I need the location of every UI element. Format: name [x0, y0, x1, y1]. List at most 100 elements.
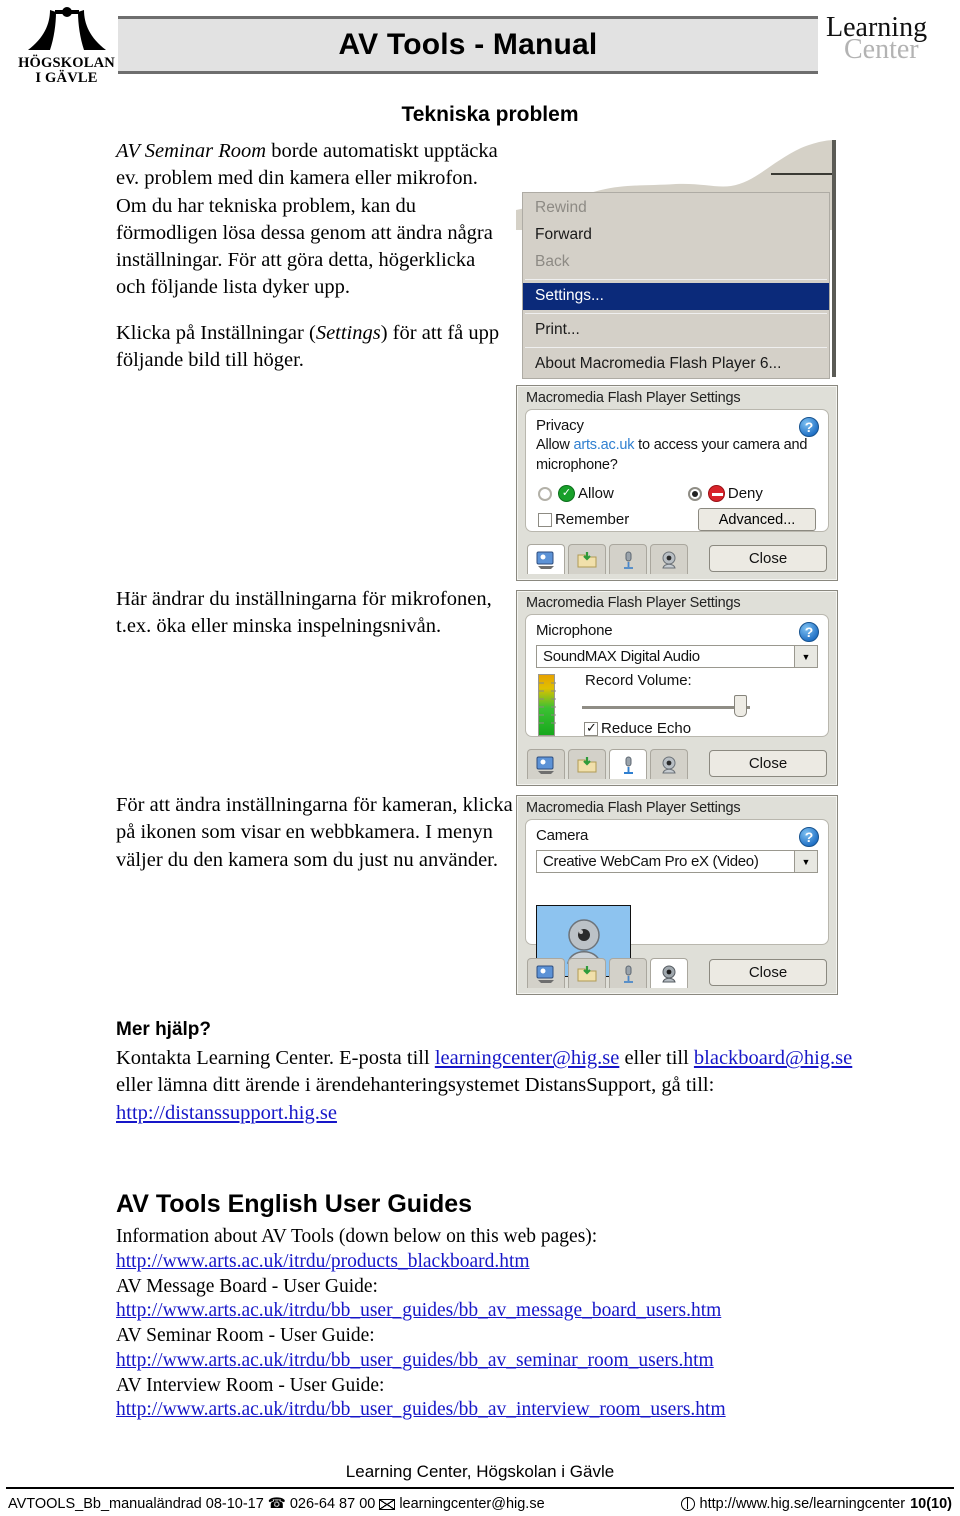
privacy-dialog-panel: ? Privacy Allow arts.ac.uk to access you… [525, 409, 829, 532]
flash-camera-settings-dialog[interactable]: Macromedia Flash Player Settings ? Camer… [516, 795, 838, 995]
camera-dialog-panel: ? Camera Creative WebCam Pro eX (Video) … [525, 819, 829, 977]
help-icon[interactable]: ? [799, 827, 819, 847]
privacy-question-pre: Allow [536, 437, 574, 453]
english-user-guides-section: AV Tools English User Guides Information… [116, 1190, 876, 1423]
tab-display-icon[interactable] [527, 749, 565, 779]
reduce-echo-row: Reduce Echo [584, 720, 691, 737]
privacy-panel-label: Privacy [536, 417, 584, 434]
menu-item-about-flash-player[interactable]: About Macromedia Flash Player 6... [523, 351, 829, 378]
footer-left-group: AVTOOLS_Bb_manualändrad 08-10-17 ☎ 026-6… [8, 1496, 545, 1512]
menu-item-print[interactable]: Print... [523, 317, 829, 344]
microphone-device-value: SoundMAX Digital Audio [543, 648, 700, 665]
microphone-dialog-title: Macromedia Flash Player Settings [526, 595, 741, 611]
lc-logo-line2: Center [844, 34, 919, 65]
learning-center-logo: Learning Center [826, 14, 927, 64]
university-logo: HÖGSKOLAN I GÄVLE [14, 6, 119, 87]
tab-microphone-icon[interactable] [609, 958, 647, 988]
help-line2-rest: eller lämna ditt ärende i ärendehanterin… [116, 1074, 715, 1097]
tab-display-icon[interactable] [527, 544, 565, 574]
reduce-echo-label: Reduce Echo [601, 720, 692, 737]
footer-email: learningcenter@hig.se [399, 1496, 545, 1512]
tab-display-icon[interactable] [527, 958, 565, 988]
reduce-echo-checkbox[interactable] [584, 720, 598, 736]
blackboard-email-link[interactable]: blackboard@hig.se [694, 1047, 852, 1069]
record-level-meter [538, 674, 556, 736]
menu-item-back[interactable]: Back [523, 249, 829, 276]
logo-text-line1: HÖGSKOLAN [18, 55, 115, 71]
menu-item-settings[interactable]: Settings... [523, 282, 829, 310]
guide-label-seminar-room: AV Seminar Room - User Guide: [116, 1325, 375, 1346]
envelope-icon [379, 1498, 396, 1510]
guide-link-message-board[interactable]: http://www.arts.ac.uk/itrdu/bb_user_guid… [116, 1300, 721, 1321]
footer-web: http://www.hig.se/learningcenter [699, 1496, 906, 1512]
guides-intro: Information about AV Tools (down below o… [116, 1226, 598, 1247]
guide-link-row: http://www.arts.ac.uk/itrdu/products_bla… [116, 1250, 876, 1275]
tab-microphone-icon[interactable] [609, 749, 647, 779]
tab-camera-icon[interactable] [650, 749, 688, 779]
more-help-heading: Mer hjälp? [116, 1019, 212, 1040]
guide-link-row: http://www.arts.ac.uk/itrdu/bb_user_guid… [116, 1299, 876, 1324]
privacy-domain-link: arts.ac.uk [573, 437, 635, 453]
record-volume-slider-thumb[interactable] [734, 695, 747, 717]
tab-microphone-icon[interactable] [609, 544, 647, 574]
help-icon[interactable]: ? [799, 622, 819, 642]
tab-local-storage-icon[interactable] [568, 749, 606, 779]
remember-checkbox[interactable] [538, 512, 552, 527]
learningcenter-email-link[interactable]: learningcenter@hig.se [435, 1047, 620, 1069]
menu-item-forward[interactable]: Forward [523, 222, 829, 249]
remember-label: Remember [555, 511, 630, 529]
settings-paragraph: Klicka på Inställningar (Settings) för a… [116, 320, 508, 375]
page-header: HÖGSKOLAN I GÄVLE AV Tools - Manual Lear… [0, 0, 960, 95]
settings-pre: Klicka på Inställningar ( [116, 321, 316, 344]
distanssupport-link[interactable]: http://distanssupport.hig.se [116, 1102, 337, 1124]
record-volume-slider-track[interactable] [582, 706, 750, 709]
chevron-down-icon[interactable]: ▼ [794, 851, 817, 872]
intro-paragraph: AV Seminar Room borde automatiskt upptäc… [116, 138, 508, 302]
menu-separator-3 [525, 346, 827, 348]
camera-panel-label: Camera [536, 827, 589, 844]
help-line1-pre: Kontakta Learning Center. E-posta till [116, 1047, 435, 1069]
logo-text-line2: I GÄVLE [35, 70, 98, 87]
chevron-down-icon[interactable]: ▼ [794, 646, 817, 667]
footer-divider [6, 1487, 954, 1489]
tab-local-storage-icon[interactable] [568, 544, 606, 574]
camera-device-select[interactable]: Creative WebCam Pro eX (Video) ▼ [536, 850, 818, 873]
document-title-bar: AV Tools - Manual [118, 16, 818, 74]
microphone-dialog-tabstrip[interactable] [527, 749, 688, 779]
privacy-remember-row: Remember Advanced... [526, 502, 828, 532]
deny-stop-icon [707, 485, 725, 503]
microphone-device-select[interactable]: SoundMAX Digital Audio ▼ [536, 645, 818, 668]
privacy-dialog-tabstrip[interactable] [527, 544, 688, 574]
privacy-close-button[interactable]: Close [709, 545, 827, 572]
camera-dialog-tabstrip[interactable] [527, 958, 688, 988]
tab-camera-icon[interactable] [650, 544, 688, 574]
context-menu-screenshot: Rewind Forward Back Settings... Print...… [516, 140, 836, 379]
more-help-text: Kontakta Learning Center. E-posta till l… [116, 1045, 876, 1127]
advanced-button[interactable]: Advanced... [698, 508, 816, 532]
tab-camera-icon[interactable] [650, 958, 688, 988]
privacy-options-row: ✓ Allow Deny [526, 475, 828, 503]
globe-icon [680, 1497, 695, 1511]
camera-close-button[interactable]: Close [709, 959, 827, 986]
guide-link-products-blackboard[interactable]: http://www.arts.ac.uk/itrdu/products_bla… [116, 1251, 530, 1272]
allow-radio[interactable] [538, 486, 552, 501]
menu-item-rewind[interactable]: Rewind [523, 195, 829, 222]
guide-link-interview-room[interactable]: http://www.arts.ac.uk/itrdu/bb_user_guid… [116, 1399, 726, 1420]
flash-privacy-settings-dialog[interactable]: Macromedia Flash Player Settings ? Priva… [516, 385, 838, 581]
hig-logo-mark [27, 7, 106, 50]
footer-center-text: Learning Center, Högskolan i Gävle [345, 1462, 615, 1481]
flash-context-menu[interactable]: Rewind Forward Back Settings... Print...… [522, 192, 830, 379]
deny-radio[interactable] [687, 486, 702, 501]
more-help-section: Mer hjälp? Kontakta Learning Center. E-p… [116, 1019, 876, 1127]
guide-link-seminar-room[interactable]: http://www.arts.ac.uk/itrdu/bb_user_guid… [116, 1350, 714, 1371]
menu-separator-1 [525, 278, 827, 280]
footer-bar: AVTOOLS_Bb_manualändrad 08-10-17 ☎ 026-6… [8, 1494, 952, 1514]
microphone-close-button[interactable]: Close [709, 750, 827, 777]
footer-page-number: 10(10) [910, 1496, 952, 1512]
tab-local-storage-icon[interactable] [568, 958, 606, 988]
guide-link-row: http://www.arts.ac.uk/itrdu/bb_user_guid… [116, 1398, 876, 1423]
settings-italic-term: Settings [315, 321, 381, 344]
flash-microphone-settings-dialog[interactable]: Macromedia Flash Player Settings ? Micro… [516, 590, 838, 786]
guide-label-interview-room: AV Interview Room - User Guide: [116, 1374, 385, 1396]
help-icon[interactable]: ? [799, 417, 819, 437]
